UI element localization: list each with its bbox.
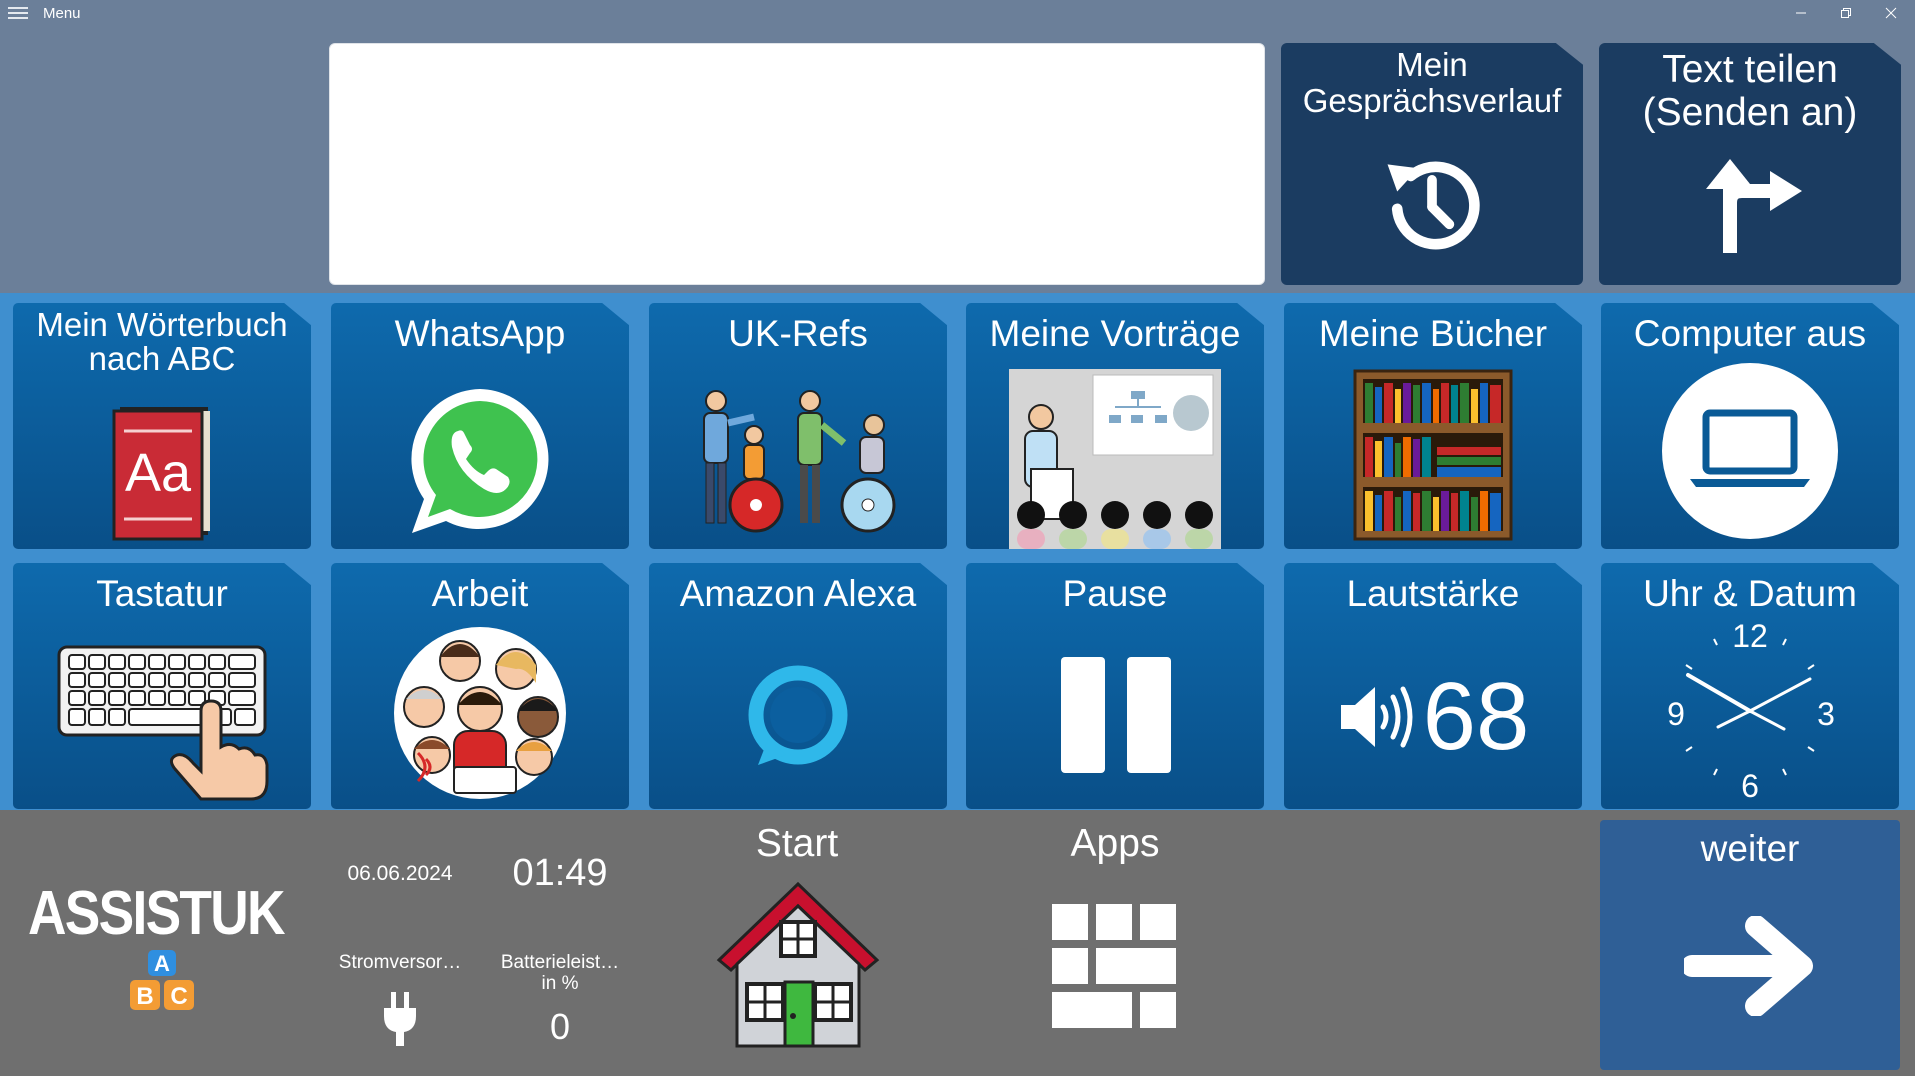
alexa-label: Amazon Alexa bbox=[679, 573, 917, 614]
close-button[interactable] bbox=[1869, 0, 1913, 26]
tile-dictionary[interactable]: Mein Wörterbuch nach ABC Aa bbox=[13, 303, 311, 549]
work-label: Arbeit bbox=[431, 573, 529, 614]
volume-label: Lautstärke bbox=[1346, 573, 1520, 614]
clock-num-3: 3 bbox=[1817, 696, 1835, 732]
bookshelf-icon bbox=[1353, 369, 1513, 541]
tile-talks[interactable]: Meine Vorträge bbox=[966, 303, 1264, 549]
date-display: 06.06.2024 bbox=[347, 862, 453, 885]
start-label: Start bbox=[755, 822, 839, 865]
tile-clock-date[interactable]: Uhr & Datum 12 3 6 9 bbox=[1601, 563, 1899, 809]
share-label-line2: (Senden an) bbox=[1642, 90, 1858, 134]
clock-num-12: 12 bbox=[1732, 621, 1768, 654]
svg-text:C: C bbox=[170, 983, 187, 1010]
share-label-line1: Text teilen bbox=[1662, 48, 1838, 91]
hamburger-icon bbox=[8, 7, 28, 19]
history-label-line1: Mein bbox=[1396, 46, 1468, 83]
history-icon bbox=[1387, 161, 1480, 250]
volume-value: 68 bbox=[1422, 663, 1530, 770]
talks-label: Meine Vorträge bbox=[989, 313, 1241, 354]
restore-button[interactable] bbox=[1824, 0, 1868, 26]
tile-amazon-alexa[interactable]: Amazon Alexa bbox=[649, 563, 947, 809]
ukrefs-label: UK-Refs bbox=[728, 313, 868, 354]
dictionary-label-line2: nach ABC bbox=[88, 340, 236, 378]
tile-books[interactable]: Meine Bücher bbox=[1284, 303, 1582, 549]
books-label: Meine Bücher bbox=[1318, 313, 1548, 354]
apps-button[interactable]: Apps bbox=[965, 810, 1265, 1076]
battery-label-line2: in % bbox=[541, 972, 579, 994]
keyboard-hand-icon bbox=[57, 645, 269, 801]
close-icon bbox=[1885, 7, 1897, 19]
brand-logo: ASSISTUK A B C bbox=[28, 878, 298, 1028]
svg-text:A: A bbox=[154, 951, 170, 976]
brand-text: ASSISTUK bbox=[28, 879, 286, 948]
power-label: Stromversor… bbox=[338, 952, 462, 973]
whatsapp-icon bbox=[411, 389, 549, 533]
speaker-icon bbox=[1340, 686, 1413, 748]
clock-num-9: 9 bbox=[1667, 696, 1685, 732]
clock-num-6: 6 bbox=[1741, 768, 1759, 804]
conversation-history-button[interactable]: Mein Gesprächsverlauf bbox=[1281, 43, 1583, 285]
tile-work[interactable]: Arbeit bbox=[331, 563, 629, 809]
battery-value: 0 bbox=[549, 1006, 571, 1047]
laptop-icon bbox=[1662, 363, 1838, 539]
tile-pause[interactable]: Pause bbox=[966, 563, 1264, 809]
arrow-right-icon bbox=[1684, 916, 1813, 1016]
keyboard-label: Tastatur bbox=[96, 573, 228, 614]
minimize-button[interactable] bbox=[1779, 0, 1823, 26]
next-button[interactable]: weiter bbox=[1600, 820, 1900, 1070]
share-text-button[interactable]: Text teilen (Senden an) bbox=[1599, 43, 1901, 285]
dictionary-book-icon: Aa bbox=[112, 407, 210, 541]
pause-label: Pause bbox=[1062, 573, 1168, 614]
house-icon bbox=[716, 881, 880, 1048]
history-label-line2: Gesprächsverlauf bbox=[1302, 82, 1562, 120]
dictionary-label-line1: Mein Wörterbuch bbox=[36, 306, 288, 343]
restore-icon bbox=[1841, 8, 1851, 18]
title-bar: Menu bbox=[0, 0, 1915, 26]
menu-label: Menu bbox=[43, 4, 81, 22]
clock-label: Uhr & Datum bbox=[1643, 573, 1857, 614]
shutdown-label: Computer aus bbox=[1633, 313, 1867, 354]
presentation-icon bbox=[1009, 369, 1221, 549]
tile-grid: Mein Wörterbuch nach ABC Aa WhatsApp UK-… bbox=[0, 293, 1915, 810]
tile-whatsapp[interactable]: WhatsApp bbox=[331, 303, 629, 549]
analog-clock-icon: 12 3 6 9 bbox=[1667, 621, 1835, 804]
apps-label: Apps bbox=[1070, 822, 1160, 865]
book-text: Aa bbox=[125, 443, 192, 503]
colleagues-icon bbox=[394, 627, 566, 799]
tile-volume[interactable]: Lautstärke 68 bbox=[1284, 563, 1582, 809]
battery-label-line1: Batterieleist… bbox=[500, 952, 620, 973]
apps-grid-icon bbox=[1052, 904, 1176, 1028]
tile-computer-off[interactable]: Computer aus bbox=[1601, 303, 1899, 549]
tile-keyboard[interactable]: Tastatur bbox=[13, 563, 311, 809]
people-wheelchair-icon bbox=[703, 390, 896, 533]
abc-blocks-icon: A B C bbox=[130, 950, 194, 1010]
message-text-box[interactable] bbox=[329, 43, 1265, 285]
pause-icon bbox=[1061, 657, 1171, 773]
tile-uk-refs[interactable]: UK-Refs bbox=[649, 303, 947, 549]
alexa-ring-icon bbox=[748, 665, 848, 765]
start-button[interactable]: Start bbox=[647, 810, 947, 1076]
menu-button[interactable]: Menu bbox=[8, 2, 81, 24]
bottom-bar: ASSISTUK A B C 06.06.2024 01:49 Stromver… bbox=[0, 810, 1915, 1076]
whatsapp-label: WhatsApp bbox=[394, 313, 566, 354]
next-label: weiter bbox=[1700, 828, 1800, 869]
svg-text:B: B bbox=[136, 983, 153, 1010]
share-arrow-icon bbox=[1706, 159, 1802, 253]
minimize-icon bbox=[1796, 12, 1806, 14]
time-display: 01:49 bbox=[512, 852, 608, 894]
plug-icon bbox=[384, 992, 416, 1046]
